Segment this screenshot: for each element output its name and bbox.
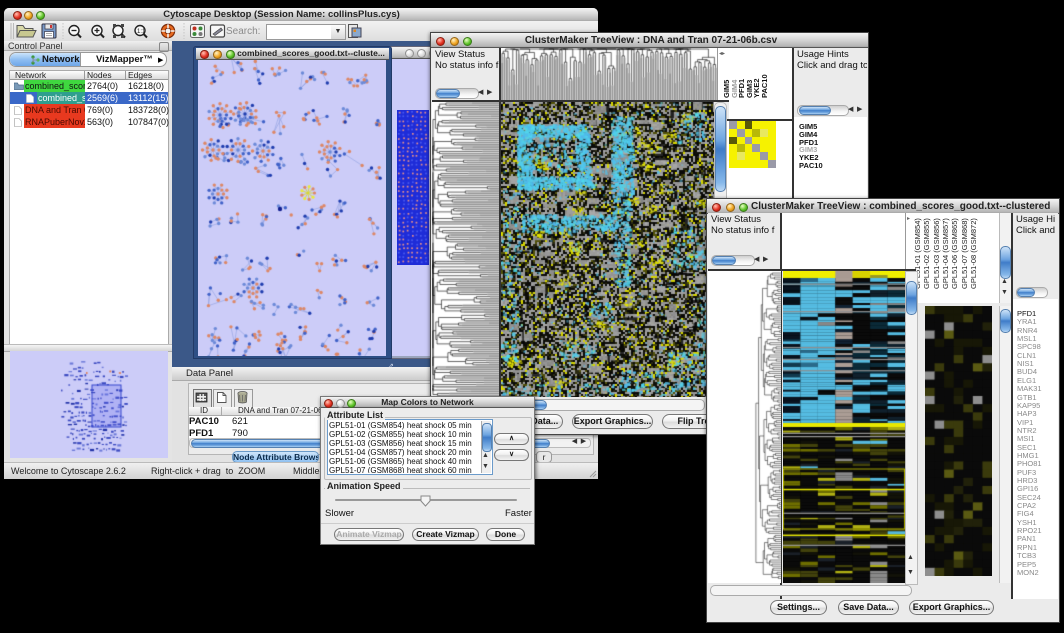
svg-text:1:1: 1:1 [137,29,146,35]
